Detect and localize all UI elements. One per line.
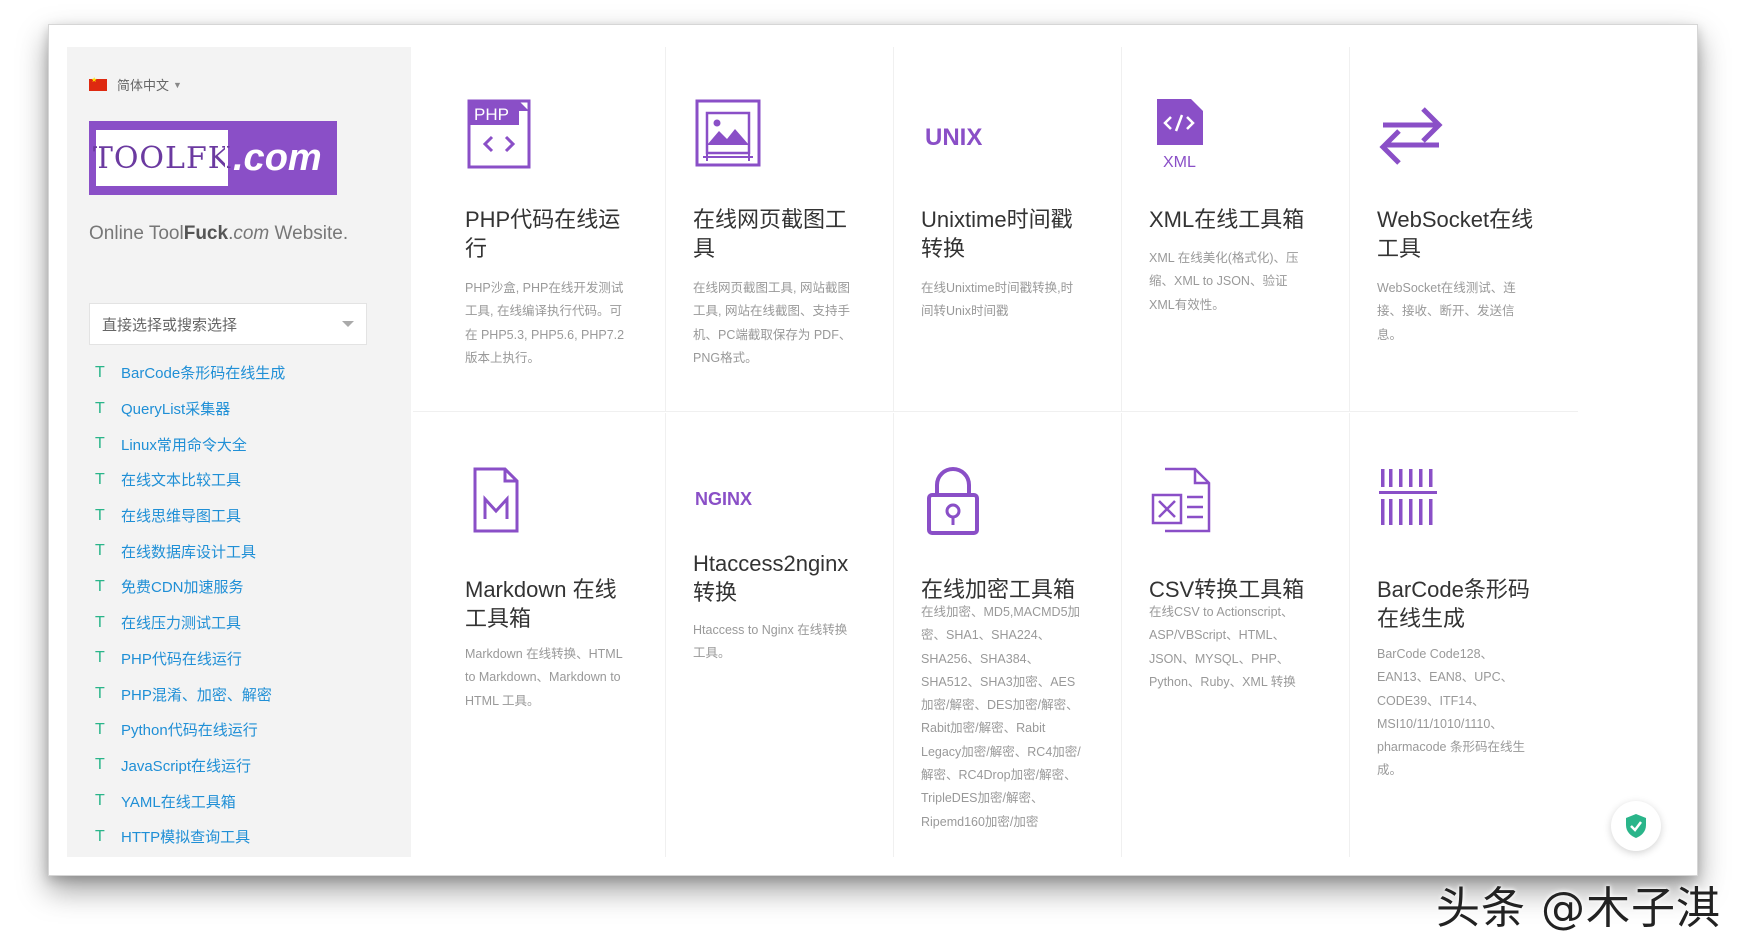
sidebar-item[interactable]: T QueryList采集器 (89, 391, 285, 427)
screenshot-image-icon (695, 99, 761, 167)
sidebar-item[interactable]: T Linux常用命令大全 (89, 426, 285, 462)
card-desc: 在线CSV to Actionscript、ASP/VBScript、HTML、… (1149, 605, 1296, 689)
swap-arrows-icon (1379, 107, 1443, 165)
t-bullet-icon: T (95, 470, 105, 488)
tool-card-websocket[interactable]: WebSocket在线工具 WebSocket在线测试、连接、接收、断开、发送信… (1325, 47, 1578, 412)
card-title: XML在线工具箱 (1149, 207, 1305, 232)
sidebar-item[interactable]: T YAML在线工具箱 (89, 783, 285, 819)
language-selector[interactable]: 简体中文 ▼ (89, 75, 182, 94)
sidebar-item[interactable]: T 在线压力测试工具 (89, 605, 285, 641)
language-label: 简体中文 (117, 78, 170, 93)
card-title: 在线加密工具箱 (921, 577, 1076, 602)
tool-card-encrypt[interactable]: 在线加密工具箱 在线加密、MD5,MACMD5加密、SHA1、SHA224、SH… (869, 413, 1122, 857)
logo-text: TOOLFK (93, 127, 231, 189)
sidebar-item[interactable]: T 在线数据库设计工具 (89, 533, 285, 569)
card-desc: BarCode Code128、EAN13、EAN8、UPC、CODE39、IT… (1377, 647, 1525, 778)
t-bullet-icon: T (95, 435, 105, 453)
t-bullet-icon: T (95, 685, 105, 703)
svg-text:UNIX: UNIX (925, 124, 982, 151)
php-code-icon: PHP (467, 99, 531, 169)
xml-file-icon: XML (1157, 99, 1203, 171)
card-desc: WebSocket在线测试、连接、接收、断开、发送信息。 (1377, 281, 1516, 342)
sidebar-item[interactable]: T PHP混淆、加密、解密 (89, 676, 285, 712)
tool-card-grid: PHP PHP代码在线运行 PHP沙盒, PHP在线开发测试工具, 在线编译执行… (413, 47, 1681, 857)
card-title: WebSocket在线工具 (1377, 207, 1534, 261)
card-title: Unixtime时间戳转换 (921, 207, 1073, 261)
t-bullet-icon: T (95, 613, 105, 631)
nginx-icon: NGINX (695, 489, 752, 509)
sidebar-item[interactable]: T HTTP模拟查询工具 (89, 819, 285, 855)
t-bullet-icon: T (95, 577, 105, 595)
search-placeholder: 直接选择或搜索选择 (102, 317, 238, 334)
card-title: 在线网页截图工具 (693, 207, 848, 261)
card-desc: 在线网页截图工具, 网站截图工具, 网站在线截图、支持手机、PC端截取保存为 P… (693, 281, 852, 365)
sidebar-item[interactable]: T Python代码在线运行 (89, 712, 285, 748)
t-bullet-icon: T (95, 756, 105, 774)
card-title: CSV转换工具箱 (1149, 577, 1305, 602)
site-logo[interactable]: TOOLFK .com (89, 121, 337, 195)
tool-card-markdown[interactable]: Markdown 在线工具箱 Markdown 在线转换、HTML to Mar… (413, 413, 666, 857)
watermark-text: 头条 @木子淇 (1436, 883, 1721, 934)
unix-icon: UNIX (925, 124, 982, 151)
sidebar-item[interactable]: T BarCode条形码在线生成 (89, 355, 285, 391)
t-bullet-icon: T (95, 649, 105, 667)
card-desc: Htaccess to Nginx 在线转换工具。 (693, 623, 848, 661)
sidebar-item[interactable]: T 在线思维导图工具 (89, 498, 285, 534)
tool-nav-list: T BarCode条形码在线生成 T QueryList采集器 T Linux常用命令… (89, 355, 285, 855)
barcode-icon (1379, 469, 1437, 525)
card-desc: 在线Unixtime时间戳转换,时间转Unix时间戳 (921, 281, 1074, 319)
sidebar-item[interactable]: T 免费CDN加速服务 (89, 569, 285, 605)
chevron-down-icon (342, 321, 354, 327)
card-desc: XML 在线美化(格式化)、压缩、XML to JSON、验证XML有效性。 (1149, 251, 1299, 312)
t-bullet-icon: T (95, 720, 105, 738)
svg-text:PHP: PHP (474, 105, 509, 124)
tool-search-select[interactable]: 直接选择或搜索选择 (89, 303, 367, 345)
caret-down-icon: ▼ (173, 79, 182, 90)
t-bullet-icon: T (95, 792, 105, 810)
logo-domain: .com (233, 136, 322, 179)
card-desc: Markdown 在线转换、HTML to Markdown、Markdown … (465, 647, 623, 708)
sidebar-item[interactable]: T 在线文本比较工具 (89, 462, 285, 498)
card-title: Htaccess2nginx 转换 (693, 551, 849, 605)
tool-card-htaccess2nginx[interactable]: NGINX Htaccess2nginx 转换 Htaccess to Ngin… (641, 413, 894, 857)
browser-window: 简体中文 ▼ TOOLFK .com Online ToolFuck.com W… (48, 24, 1698, 876)
card-title: PHP代码在线运行 (465, 207, 621, 261)
security-shield-button[interactable] (1611, 801, 1661, 851)
t-bullet-icon: T (95, 399, 105, 417)
tool-card-unixtime[interactable]: UNIX Unixtime时间戳转换 在线Unixtime时间戳转换,时间转Un… (869, 47, 1122, 412)
svg-text:XML: XML (1163, 154, 1196, 171)
card-title: Markdown 在线工具箱 (465, 577, 617, 631)
tool-card-php[interactable]: PHP PHP代码在线运行 PHP沙盒, PHP在线开发测试工具, 在线编译执行… (413, 47, 666, 412)
t-bullet-icon: T (95, 827, 105, 845)
t-bullet-icon: T (95, 363, 105, 381)
shield-check-icon (1626, 814, 1646, 838)
sidebar-item[interactable]: T PHP代码在线运行 (89, 641, 285, 677)
markdown-file-icon (473, 467, 519, 533)
svg-text:NGINX: NGINX (695, 489, 752, 509)
t-bullet-icon: T (95, 542, 105, 560)
card-title: BarCode条形码在线生成 (1377, 577, 1530, 631)
t-bullet-icon: T (95, 506, 105, 524)
china-flag-icon (89, 76, 107, 91)
tool-card-screenshot[interactable]: 在线网页截图工具 在线网页截图工具, 网站截图工具, 网站在线截图、支持手机、P… (641, 47, 894, 412)
csv-excel-icon (1151, 467, 1211, 533)
card-desc: 在线加密、MD5,MACMD5加密、SHA1、SHA224、SHA256、SHA… (921, 605, 1081, 829)
sidebar-item[interactable]: T JavaScript在线运行 (89, 748, 285, 784)
lock-icon (927, 467, 979, 535)
tool-card-barcode[interactable]: BarCode条形码在线生成 BarCode Code128、EAN13、EAN… (1325, 413, 1578, 857)
card-desc: PHP沙盒, PHP在线开发测试工具, 在线编译执行代码。可在 PHP5.3, … (465, 281, 625, 365)
tool-card-csv[interactable]: CSV转换工具箱 在线CSV to Actionscript、ASP/VBScr… (1097, 413, 1350, 857)
site-tagline: Online ToolFuck.com Website. (89, 223, 349, 244)
sidebar: 简体中文 ▼ TOOLFK .com Online ToolFuck.com W… (67, 47, 411, 857)
tool-card-xml[interactable]: XML XML在线工具箱 XML 在线美化(格式化)、压缩、XML to JSO… (1097, 47, 1350, 412)
